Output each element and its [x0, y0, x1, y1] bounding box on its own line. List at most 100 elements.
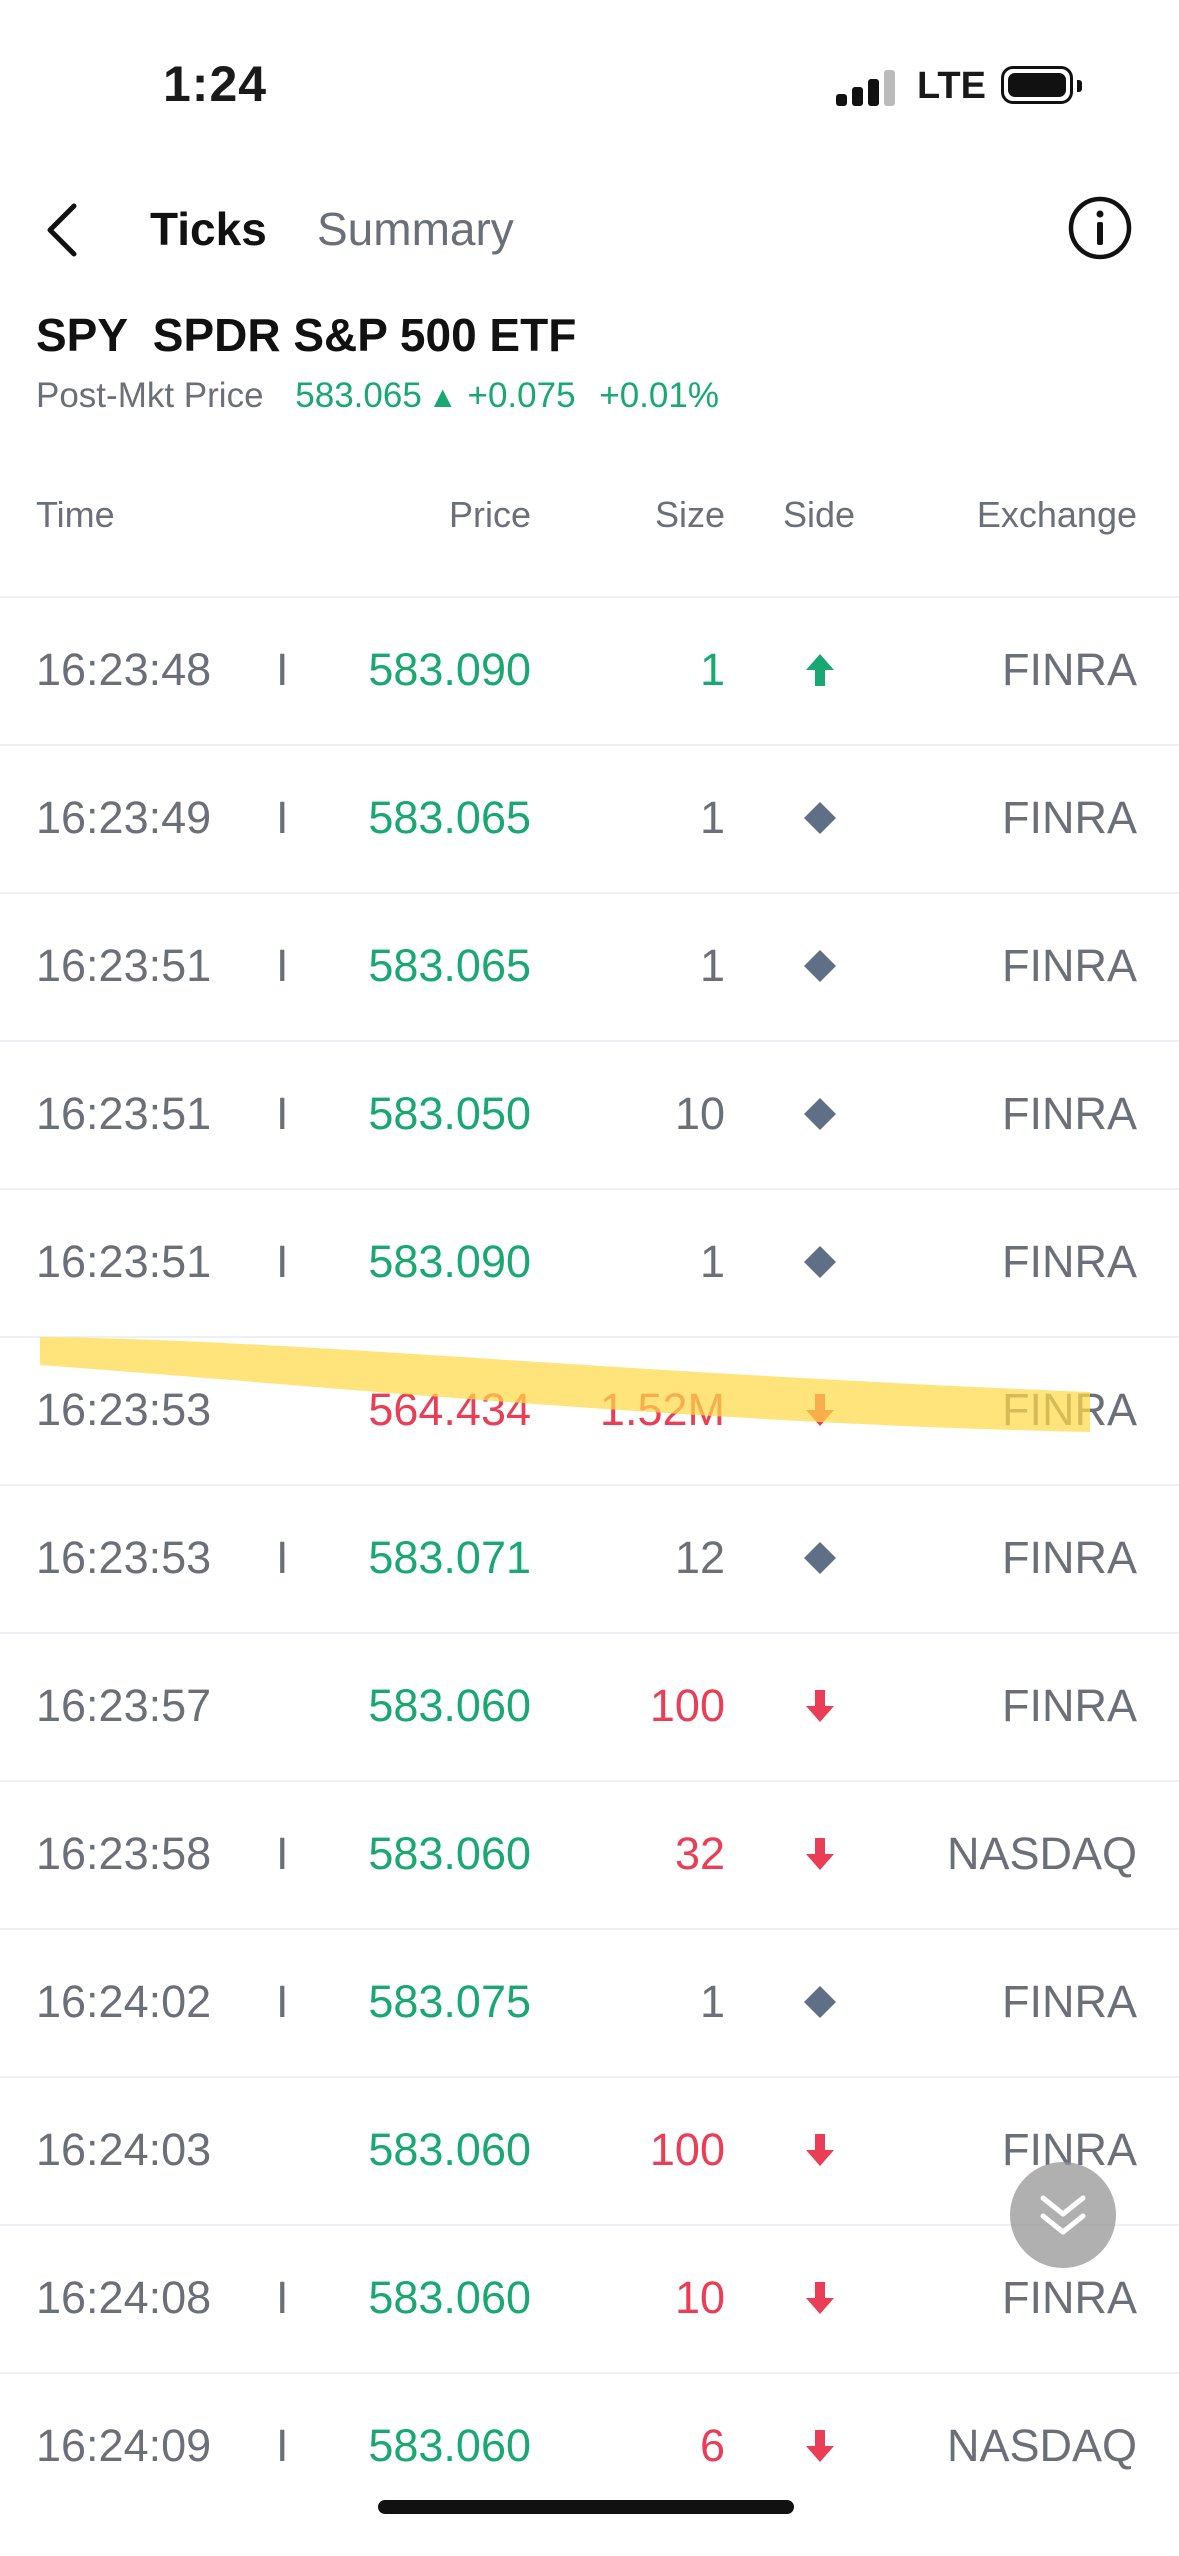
arrow-down-icon	[798, 2424, 842, 2468]
diamond-icon	[798, 796, 842, 840]
tick-price: 583.060	[368, 2272, 531, 2323]
tick-exchange: NASDAQ	[946, 1828, 1137, 1879]
tick-exchange: NASDAQ	[946, 2420, 1137, 2471]
tick-price: 583.060	[368, 2124, 531, 2175]
tick-flag: I	[276, 1088, 289, 1139]
back-icon[interactable]	[36, 200, 96, 260]
ticks-table[interactable]: 16:23:48 I 583.090 1 FINRA 16:23:49 I 583.065 1 F…	[0, 596, 1179, 2520]
tick-exchange: FINRA	[1002, 1236, 1137, 1287]
arrow-up-icon	[798, 648, 842, 692]
arrow-down-icon	[798, 1684, 842, 1728]
tick-time: 16:23:51	[36, 1088, 212, 1139]
column-header-price: Price	[448, 494, 531, 535]
tick-price: 583.060	[368, 2420, 531, 2471]
table-row: 16:24:09 I 583.060 6 NASDAQ	[0, 2372, 1179, 2520]
table-row: 16:23:49 I 583.065 1 FINRA	[0, 744, 1179, 892]
table-row: 16:23:48 I 583.090 1 FINRA	[0, 596, 1179, 744]
tick-price: 583.050	[368, 1088, 531, 1139]
tick-exchange: FINRA	[1002, 1680, 1137, 1731]
home-indicator	[378, 2500, 794, 2514]
tick-flag: I	[276, 644, 289, 695]
table-row: 16:23:58 I 583.060 32 NASDAQ	[0, 1780, 1179, 1928]
tick-time: 16:23:48	[36, 644, 212, 695]
arrow-down-icon	[798, 2128, 842, 2172]
tick-exchange: FINRA	[1002, 644, 1137, 695]
tick-price: 583.075	[368, 1976, 531, 2027]
arrow-up-icon: ▲	[427, 381, 458, 414]
arrow-down-icon	[798, 1832, 842, 1876]
tick-size: 10	[674, 2272, 725, 2323]
tick-price: 583.090	[368, 1236, 531, 1287]
tab-ticks[interactable]: Ticks	[150, 202, 267, 256]
tick-flag: I	[276, 2420, 289, 2471]
diamond-icon	[798, 1980, 842, 2024]
tick-exchange: FINRA	[1002, 792, 1137, 843]
tick-flag: I	[276, 1976, 289, 2027]
tick-price: 583.090	[368, 644, 531, 695]
tick-flag: I	[276, 2272, 289, 2323]
tick-size: 1	[699, 1236, 725, 1287]
tick-time: 16:23:57	[36, 1680, 212, 1731]
diamond-icon	[798, 1092, 842, 1136]
price-change-percent: +0.01%	[599, 376, 719, 415]
tick-time: 16:24:09	[36, 2420, 212, 2471]
diamond-icon	[798, 1240, 842, 1284]
tick-size: 1	[699, 940, 725, 991]
nav-bar: Ticks Summary	[0, 180, 1179, 280]
arrow-down-icon	[798, 1388, 842, 1432]
tick-time: 16:23:53	[36, 1384, 212, 1435]
status-time: 1:24	[163, 56, 268, 112]
table-row: 16:23:51 I 583.050 10 FINRA	[0, 1040, 1179, 1188]
table-row: 16:24:08 I 583.060 10 FINRA	[0, 2224, 1179, 2372]
battery-icon	[1001, 66, 1082, 104]
tick-time: 16:23:49	[36, 792, 212, 843]
scroll-to-bottom-button[interactable]	[1010, 2162, 1116, 2268]
tick-exchange: FINRA	[1002, 940, 1137, 991]
diamond-icon	[798, 1536, 842, 1580]
column-header-side: Side	[783, 494, 856, 535]
tick-price: 583.060	[368, 1680, 531, 1731]
table-row: 16:24:02 I 583.075 1 FINRA	[0, 1928, 1179, 2076]
ticker-symbol: SPY	[36, 309, 128, 361]
tick-size: 32	[674, 1828, 725, 1879]
tick-size: 100	[649, 1680, 725, 1731]
table-row: 16:23:53 I 583.071 12 FINRA	[0, 1484, 1179, 1632]
table-row: 16:23:57 583.060 100 FINRA	[0, 1632, 1179, 1780]
signal-icon	[836, 70, 896, 106]
tick-time: 16:23:53	[36, 1532, 212, 1583]
security-title: SPY SPDR S&P 500 ETF	[36, 308, 576, 362]
tick-exchange: FINRA	[1002, 1976, 1137, 2027]
tick-price: 583.060	[368, 1828, 531, 1879]
double-chevron-down-icon	[1040, 2195, 1086, 2235]
table-row: 16:23:51 I 583.090 1 FINRA	[0, 1188, 1179, 1336]
tick-price: 583.071	[368, 1532, 531, 1583]
post-market-price: 583.065	[295, 376, 422, 415]
tick-size: 12	[674, 1532, 725, 1583]
price-label: Post-Mkt Price	[36, 376, 264, 415]
tick-price: 583.065	[368, 792, 531, 843]
tick-exchange: FINRA	[1002, 1532, 1137, 1583]
tick-time: 16:24:08	[36, 2272, 212, 2323]
tick-size: 6	[699, 2420, 725, 2471]
tab-summary[interactable]: Summary	[317, 202, 514, 256]
column-header-size: Size	[654, 494, 725, 535]
table-row: 16:24:03 583.060 100 FINRA	[0, 2076, 1179, 2224]
tick-size: 100	[649, 2124, 725, 2175]
tick-time: 16:24:03	[36, 2124, 212, 2175]
tick-size: 1.52M	[599, 1384, 725, 1435]
info-icon[interactable]	[1067, 195, 1133, 261]
price-summary: Post-Mkt Price 583.065 ▲ +0.075 +0.01%	[36, 376, 719, 416]
tick-time: 16:23:51	[36, 1236, 212, 1287]
table-row: 16:23:53 564.434 1.52M FINRA	[0, 1336, 1179, 1484]
tick-flag: I	[276, 1828, 289, 1879]
tick-size: 1	[699, 1976, 725, 2027]
tick-size: 1	[699, 644, 725, 695]
tick-size: 1	[699, 792, 725, 843]
status-bar: 1:24 LTE	[0, 0, 1179, 170]
arrow-down-icon	[798, 2276, 842, 2320]
tick-time: 16:23:58	[36, 1828, 212, 1879]
tick-flag: I	[276, 940, 289, 991]
tick-flag: I	[276, 1532, 289, 1583]
tick-price: 564.434	[368, 1384, 531, 1435]
tick-exchange: FINRA	[1002, 1384, 1137, 1435]
